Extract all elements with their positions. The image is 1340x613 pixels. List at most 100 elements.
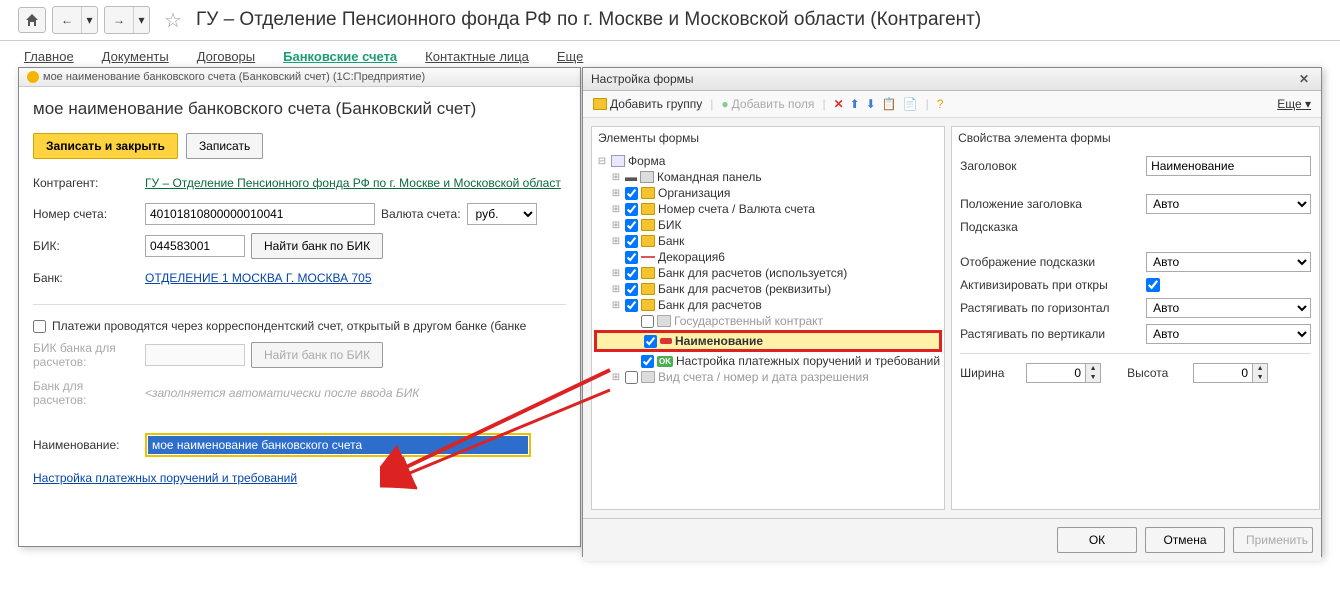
tree-item-highlighted[interactable]: Наименование	[594, 330, 942, 352]
move-up-icon[interactable]: ⬆	[850, 97, 860, 111]
tree-item-accounttype[interactable]: Вид счета / номер и дата разрешения	[658, 370, 869, 384]
prop-stretchv-select[interactable]: Авто	[1146, 324, 1311, 344]
tree-check[interactable]	[625, 235, 638, 248]
bik-input[interactable]	[145, 235, 245, 257]
tree-check[interactable]	[641, 315, 654, 328]
copy-icon[interactable]: 📋	[882, 97, 897, 111]
paste-icon[interactable]: 📄	[903, 97, 918, 111]
tree-check[interactable]	[625, 267, 638, 280]
save-close-button[interactable]: Записать и закрыть	[33, 133, 178, 159]
nav-tabs: Главное Документы Договоры Банковские сч…	[0, 41, 1340, 68]
form-elements-panel: Элементы формы ⊟Форма ⊞▬Командная панель…	[591, 126, 945, 510]
field-icon	[660, 338, 672, 344]
help-icon[interactable]: ?	[937, 97, 944, 111]
bik-corr-input	[145, 344, 245, 366]
name-input[interactable]: мое наименование банковского счета	[148, 436, 528, 454]
tree-item-bank[interactable]: Банк	[658, 234, 684, 248]
tab-contracts[interactable]: Договоры	[197, 49, 255, 64]
panel-icon	[640, 171, 654, 183]
element-properties-panel: Свойства элемента формы Заголовок Положе…	[951, 126, 1320, 510]
form-settings-toolbar: Добавить группу | ●Добавить поля | ✕ ⬆ ⬇…	[583, 91, 1321, 118]
tree-item-bankcalc-req[interactable]: Банк для расчетов (реквизиты)	[658, 282, 831, 296]
folder-icon	[641, 235, 655, 247]
prop-titlepos-select[interactable]: Авто	[1146, 194, 1311, 214]
back-button[interactable]: ←	[53, 7, 81, 33]
nav-fwd-group: → ▾	[104, 6, 150, 34]
tree-item-govcontract[interactable]: Государственный контракт	[674, 314, 823, 328]
favorite-star-icon[interactable]: ☆	[164, 8, 182, 33]
element-properties-title: Свойства элемента формы	[952, 127, 1319, 149]
tree-item-cmdpanel[interactable]: Командная панель	[657, 170, 762, 184]
tree-check[interactable]	[625, 219, 638, 232]
more-menu[interactable]: Еще ▾	[1277, 97, 1311, 111]
dialog-titlebar: мое наименование банковского счета (Банк…	[19, 68, 580, 87]
tree-item-name: Наименование	[675, 334, 763, 348]
tree-check[interactable]	[625, 187, 638, 200]
prop-width-spinner[interactable]: ▲▼	[1026, 363, 1101, 383]
tree-check[interactable]	[641, 355, 654, 368]
folder-plus-icon	[593, 98, 607, 110]
tab-main[interactable]: Главное	[24, 49, 74, 64]
forward-dropdown[interactable]: ▾	[133, 7, 149, 33]
save-button[interactable]: Записать	[186, 133, 263, 159]
bank-corr-placeholder: <заполняется автоматически после ввода Б…	[145, 386, 419, 400]
tab-bank-accounts[interactable]: Банковские счета	[283, 49, 397, 64]
form-settings-title: Настройка формы	[591, 72, 694, 86]
tree-root[interactable]: Форма	[628, 154, 665, 168]
account-number-label: Номер счета:	[33, 207, 139, 221]
prop-activate-check[interactable]	[1146, 278, 1160, 292]
counterparty-link[interactable]: ГУ – Отделение Пенсионного фонда РФ по г…	[145, 176, 561, 190]
move-down-icon[interactable]: ⬇	[866, 97, 876, 111]
find-bank-corr-button: Найти банк по БИК	[251, 342, 383, 368]
tree-check[interactable]	[644, 335, 657, 348]
close-button[interactable]: ✕	[1295, 72, 1313, 86]
bank-label: Банк:	[33, 271, 139, 285]
payment-settings-link[interactable]: Настройка платежных поручений и требован…	[33, 471, 297, 485]
ok-button[interactable]: ОК	[1057, 527, 1137, 553]
delete-icon[interactable]: ✕	[834, 97, 844, 111]
cancel-button[interactable]: Отмена	[1145, 527, 1225, 553]
tree-check[interactable]	[625, 299, 638, 312]
back-dropdown[interactable]: ▾	[81, 7, 97, 33]
counterparty-label: Контрагент:	[33, 176, 139, 190]
folder-disabled-icon	[657, 315, 671, 327]
page-title: ГУ – Отделение Пенсионного фонда РФ по г…	[196, 9, 981, 31]
tree-check[interactable]	[625, 251, 638, 264]
home-button[interactable]	[18, 7, 46, 33]
prop-activate-label: Активизировать при откры	[960, 278, 1140, 292]
tab-more[interactable]: Еще	[557, 49, 583, 64]
tree-item-bankcalc[interactable]: Банк для расчетов	[658, 298, 762, 312]
prop-stretchv-label: Растягивать по вертикали	[960, 327, 1140, 341]
tree-item-bankcalc-used[interactable]: Банк для расчетов (используется)	[658, 266, 847, 280]
top-toolbar: ← ▾ → ▾ ☆ ГУ – Отделение Пенсионного фон…	[0, 0, 1340, 41]
tab-documents[interactable]: Документы	[102, 49, 169, 64]
tree-item-org[interactable]: Организация	[658, 186, 730, 200]
name-label: Наименование:	[33, 438, 139, 452]
bank-corr-label: Банк для расчетов:	[33, 379, 139, 407]
form-elements-tree[interactable]: ⊟Форма ⊞▬Командная панель ⊞Организация ⊞…	[592, 149, 944, 509]
tree-item-account[interactable]: Номер счета / Валюта счета	[658, 202, 815, 216]
currency-select[interactable]: руб.	[467, 203, 537, 225]
prop-hintdisp-select[interactable]: Авто	[1146, 252, 1311, 272]
folder-disabled-icon	[641, 371, 655, 383]
find-bank-button[interactable]: Найти банк по БИК	[251, 233, 383, 259]
folder-icon	[641, 267, 655, 279]
tree-item-payment-settings[interactable]: Настройка платежных поручений и требован…	[676, 354, 940, 368]
tree-item-decor[interactable]: Декорация6	[658, 250, 725, 264]
add-group-button[interactable]: Добавить группу	[593, 97, 702, 111]
bank-link[interactable]: ОТДЕЛЕНИЕ 1 МОСКВА Г. МОСКВА 705	[145, 271, 372, 285]
bik-corr-label: БИК банка для расчетов:	[33, 341, 139, 369]
forward-button[interactable]: →	[105, 7, 133, 33]
prop-height-spinner[interactable]: ▲▼	[1193, 363, 1268, 383]
tree-check[interactable]	[625, 283, 638, 296]
dialog-title-text: мое наименование банковского счета (Банк…	[43, 71, 425, 83]
tree-item-bik[interactable]: БИК	[658, 218, 682, 232]
form-settings-titlebar: Настройка формы ✕	[583, 68, 1321, 91]
tree-check[interactable]	[625, 371, 638, 384]
tree-check[interactable]	[625, 203, 638, 216]
account-number-input[interactable]	[145, 203, 375, 225]
corr-account-checkbox[interactable]	[33, 320, 46, 333]
prop-stretchh-select[interactable]: Авто	[1146, 298, 1311, 318]
tab-contacts[interactable]: Контактные лица	[425, 49, 529, 64]
prop-title-input[interactable]	[1146, 156, 1311, 176]
